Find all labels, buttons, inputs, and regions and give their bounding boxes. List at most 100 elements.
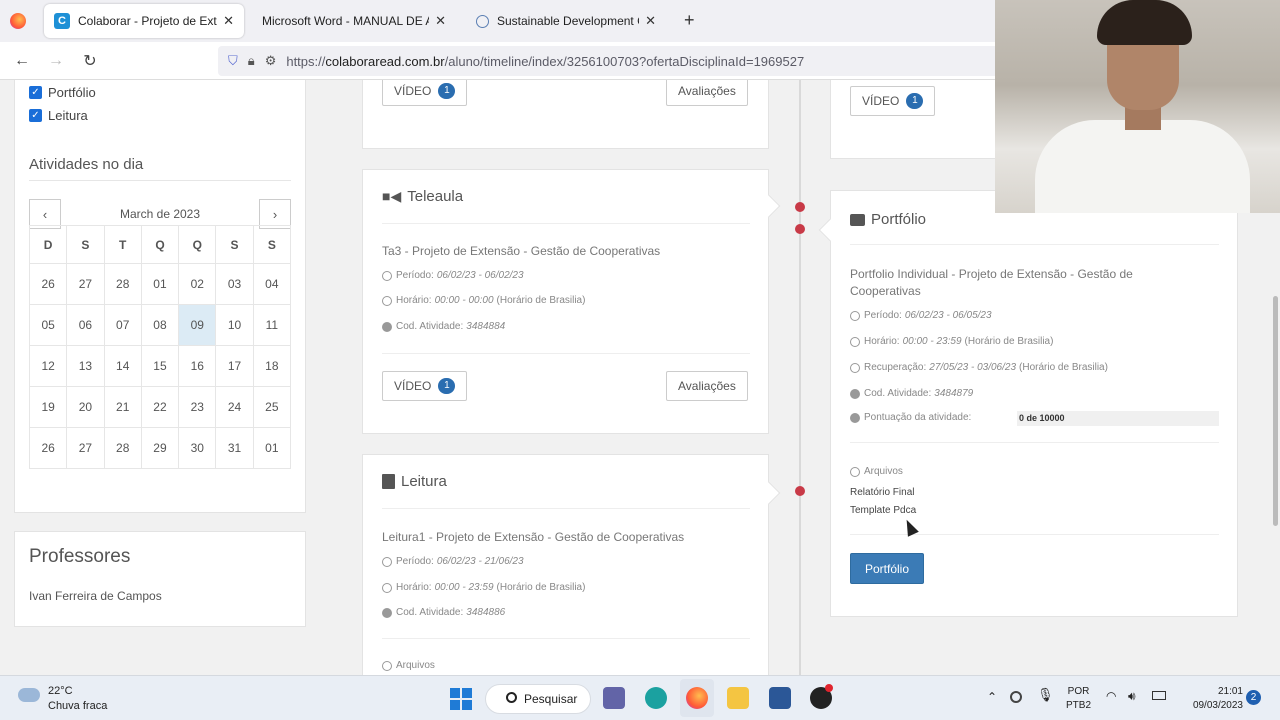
url-host: colaboraread.com.br [325, 53, 445, 69]
word-icon[interactable] [769, 687, 791, 709]
edge-icon[interactable] [645, 687, 667, 709]
card-title-text: Portfólio [871, 211, 927, 228]
horario-row: Horário: 00:00 - 23:59 (Horário de Brasi… [850, 336, 1053, 347]
calendar-day[interactable]: 03 [215, 263, 254, 305]
security-icon[interactable] [1010, 691, 1022, 703]
tab-word-manual[interactable]: Microsoft Word - MANUAL DE ATIVI ✕ [252, 4, 456, 38]
weather-desc[interactable]: Chuva fraca [48, 700, 107, 712]
close-tab-icon[interactable]: ✕ [223, 13, 234, 29]
video-button[interactable]: VÍDEO 1 [382, 371, 468, 401]
evaluations-button[interactable]: Avaliações [666, 371, 748, 401]
microphone-icon[interactable]: 🎙︎ [1037, 688, 1054, 702]
calendar-day[interactable]: 18 [252, 345, 292, 387]
periodo-row: Período: 06/02/23 - 06/02/23 [382, 270, 527, 281]
file-link-template[interactable]: Template Pdca [850, 505, 916, 516]
checkbox-checked-icon[interactable]: ✓ [29, 85, 42, 99]
calendar-day[interactable]: 06 [66, 304, 105, 346]
file-explorer-icon[interactable] [727, 687, 749, 709]
calendar-day[interactable]: 29 [140, 427, 180, 469]
calendar-day[interactable]: 07 [103, 304, 142, 346]
lock-icon[interactable]: 🔒︎ [248, 53, 255, 69]
calendar-day[interactable]: 28 [103, 427, 142, 469]
portfolio-button[interactable]: Portfólio [850, 553, 924, 584]
reload-icon[interactable]: ↻ [79, 50, 101, 72]
forward-icon[interactable]: → [45, 50, 67, 72]
video-button[interactable]: VÍDEO 1 [382, 80, 468, 106]
volume-icon[interactable]: 🔊︎ [1128, 689, 1136, 703]
professor-name[interactable]: Ivan Ferreira de Campos [29, 589, 162, 603]
video-count-badge: 1 [438, 83, 456, 99]
tab-sustainable-goals[interactable]: Sustainable Development Goal ✕ [466, 4, 666, 38]
language-indicator[interactable]: POR PTB2 [1066, 685, 1091, 713]
close-tab-icon[interactable]: ✕ [645, 13, 656, 29]
calendar-day[interactable]: 17 [215, 345, 254, 387]
url-text[interactable]: https://colaboraread.com.br/aluno/timeli… [286, 54, 804, 69]
calendar-day[interactable]: 09 [178, 304, 217, 346]
calendar-day[interactable]: 10 [215, 304, 254, 346]
calendar-day[interactable]: 27 [66, 263, 105, 305]
firefox-icon[interactable] [10, 13, 26, 29]
filter-leitura[interactable]: ✓ Leitura [29, 104, 88, 126]
page-scrollbar[interactable] [1273, 296, 1278, 526]
colaborar-tab-icon: C [54, 13, 70, 29]
taskbar-search[interactable]: Pesquisar [485, 684, 591, 714]
wifi-icon[interactable]: ◠ [1106, 689, 1116, 703]
weather-icon[interactable] [18, 688, 40, 702]
calendar-day[interactable]: 04 [252, 263, 292, 305]
firefox-taskbar-icon[interactable] [680, 679, 714, 717]
calendar-day[interactable]: 15 [140, 345, 180, 387]
calendar-day[interactable]: 16 [178, 345, 217, 387]
horario-row: Horário: 00:00 - 23:59 (Horário de Brasi… [382, 582, 585, 593]
calendar-day[interactable]: 13 [66, 345, 105, 387]
files-row: Arquivos [382, 660, 435, 671]
permissions-icon[interactable]: ⚙ [265, 53, 277, 69]
filter-portfolio[interactable]: ✓ Portfólio [29, 81, 96, 103]
calendar-day[interactable]: 02 [178, 263, 217, 305]
weather-temp[interactable]: 22°C [48, 685, 73, 697]
video-button[interactable]: VÍDEO 1 [850, 86, 936, 116]
calendar-day[interactable]: 11 [252, 304, 292, 346]
calendar-day[interactable]: 20 [66, 386, 105, 428]
calendar-day[interactable]: 12 [28, 345, 68, 387]
calendar-day[interactable]: 30 [178, 427, 217, 469]
calendar-day[interactable]: 05 [28, 304, 68, 346]
new-tab-button[interactable]: + [684, 10, 695, 31]
calendar-day[interactable]: 19 [28, 386, 68, 428]
shield-icon[interactable]: ⛉ [228, 53, 238, 69]
clock[interactable]: 21:01 09/03/2023 [1177, 685, 1243, 713]
info-icon [382, 321, 392, 332]
calendar-day[interactable]: 23 [178, 386, 217, 428]
windows-start-icon[interactable] [450, 688, 472, 710]
notification-badge[interactable]: 2 [1246, 690, 1261, 705]
tab-colaborar[interactable]: C Colaborar - Projeto de Extensão ✕ [44, 4, 244, 38]
tab-label: Colaborar - Projeto de Extensão [78, 14, 217, 28]
calendar-day[interactable]: 01 [252, 427, 292, 469]
calendar-day[interactable]: 25 [252, 386, 292, 428]
calendar-day[interactable]: 21 [103, 386, 142, 428]
calendar-day[interactable]: 22 [140, 386, 180, 428]
meta-label: Cod. Atividade: [396, 321, 464, 332]
file-link-relatorio[interactable]: Relatório Final [850, 487, 914, 498]
calendar-day[interactable]: 26 [28, 263, 68, 305]
date: 09/03/2023 [1192, 700, 1243, 711]
calendar-day[interactable]: 26 [28, 427, 68, 469]
evaluations-button[interactable]: Avaliações [666, 80, 748, 106]
teams-icon[interactable] [603, 687, 625, 709]
calendar-day[interactable]: 14 [103, 345, 142, 387]
score-row: Pontuação da atividade: [850, 412, 971, 423]
address-bar[interactable]: ⛉ 🔒︎ ⚙ https://colaboraread.com.br/aluno… [218, 46, 998, 76]
activity-subtitle: Ta3 - Projeto de Extensão - Gestão de Co… [382, 244, 661, 258]
calendar-day[interactable]: 27 [66, 427, 105, 469]
checkbox-checked-icon[interactable]: ✓ [29, 108, 42, 122]
activity-card-teleaula: ■◀ Teleaula Ta3 - Projeto de Extensão - … [362, 169, 781, 434]
calendar-day[interactable]: 01 [140, 263, 180, 305]
meta-label: Horário: [396, 295, 432, 306]
calendar-day[interactable]: 28 [103, 263, 142, 305]
calendar-day[interactable]: 08 [140, 304, 180, 346]
calendar-day[interactable]: 31 [215, 427, 254, 469]
battery-icon[interactable] [1152, 691, 1166, 700]
back-icon[interactable]: ← [11, 50, 33, 72]
calendar-day[interactable]: 24 [215, 386, 254, 428]
chevron-up-icon[interactable]: ⌃ [987, 690, 997, 704]
close-tab-icon[interactable]: ✕ [435, 13, 446, 29]
